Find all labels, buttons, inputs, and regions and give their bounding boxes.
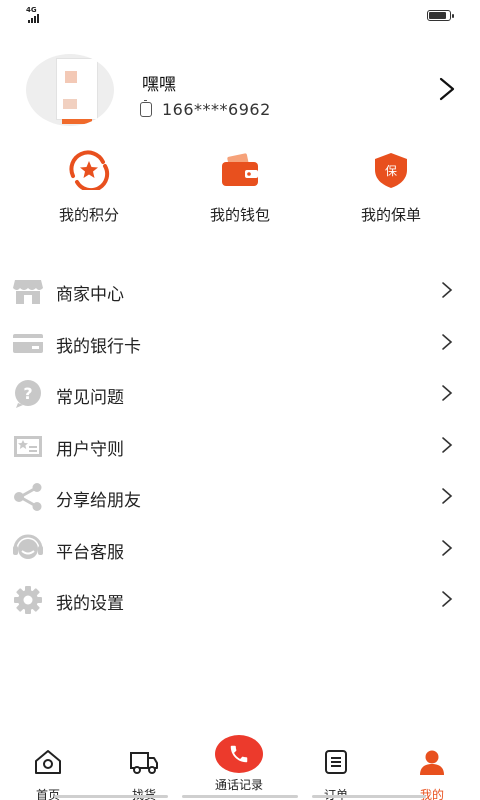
gesture-bar <box>312 795 426 798</box>
user-icon <box>420 750 444 775</box>
quick-action-label: 我的钱包 <box>209 206 270 224</box>
profile-header[interactable]: 嘿嘿 166****6962 <box>0 50 480 130</box>
home-icon <box>35 750 61 774</box>
menu-label: 平台客服 <box>56 542 124 563</box>
menu-item-rules[interactable]: 用户守则 <box>0 420 480 472</box>
tab-call-records[interactable] <box>215 735 263 773</box>
wallet-icon <box>222 153 258 186</box>
signal-icon <box>28 14 39 23</box>
store-icon <box>13 280 43 304</box>
question-icon: ? <box>15 380 41 408</box>
quick-action-label: 我的保单 <box>360 206 421 224</box>
share-icon <box>14 483 42 511</box>
chevron-right-icon <box>442 591 453 607</box>
rules-icon <box>14 435 42 457</box>
svg-text:?: ? <box>23 384 32 403</box>
chevron-right-icon <box>442 436 453 453</box>
username: 嘿嘿 <box>142 75 176 95</box>
mobile-phone-icon <box>140 100 152 117</box>
menu-item-faq[interactable]: ? 常见问题 <box>0 368 480 420</box>
quick-actions: 我的积分 我的钱包 保 我的保单 <box>0 150 480 230</box>
insurance-icon: 保 <box>375 153 407 188</box>
menu-item-bank-card[interactable]: 我的银行卡 <box>0 317 480 369</box>
menu-label: 我的银行卡 <box>56 336 141 357</box>
menu-item-settings[interactable]: 我的设置 <box>0 574 480 626</box>
quick-action-wallet[interactable]: 我的钱包 <box>180 150 300 225</box>
network-type: 4G <box>26 6 37 14</box>
tab-find-goods[interactable]: 找货 <box>104 736 184 800</box>
gesture-bar <box>182 795 298 798</box>
bottom-tab-bar: 首页 找货 通话记录 订单 我的 <box>0 735 480 800</box>
chevron-right-icon <box>442 539 453 556</box>
menu-label: 商家中心 <box>56 285 124 305</box>
menu-label: 我的设置 <box>56 594 124 614</box>
avatar[interactable] <box>26 54 114 126</box>
svg-text:保: 保 <box>385 164 397 178</box>
battery-icon <box>427 10 454 21</box>
chevron-right-icon <box>442 282 453 298</box>
chevron-right-icon <box>442 488 453 504</box>
status-bar: 4G <box>0 0 480 30</box>
quick-action-label: 我的积分 <box>58 206 119 224</box>
menu-label: 常见问题 <box>56 388 124 408</box>
menu-item-store[interactable]: 商家中心 <box>0 265 480 317</box>
quick-action-insurance[interactable]: 保 我的保单 <box>331 150 451 225</box>
tab-mine[interactable]: 我的 <box>392 736 472 800</box>
order-icon <box>325 750 347 774</box>
menu-label: 用户守则 <box>56 439 124 460</box>
chevron-right-icon <box>442 333 453 350</box>
settings-icon <box>14 586 42 614</box>
points-icon <box>69 150 110 193</box>
chevron-right-icon[interactable] <box>434 76 460 102</box>
phone-number: 166****6962 <box>162 100 271 119</box>
phone-call-icon <box>230 745 248 763</box>
tab-label[interactable]: 通话记录 <box>199 776 279 793</box>
menu-item-customer-service[interactable]: 平台客服 <box>0 523 480 575</box>
menu-item-share[interactable]: 分享给朋友 <box>0 471 480 523</box>
bank-card-icon <box>13 333 43 353</box>
customer-service-icon <box>13 534 43 559</box>
battery-level <box>429 12 446 19</box>
menu-list: 商家中心 我的银行卡 ? 常见问题 用户守则 分享给朋友 平台客服 我的设置 <box>0 265 480 626</box>
phone-row: 166****6962 <box>140 100 271 119</box>
truck-icon <box>130 752 158 774</box>
tab-orders[interactable]: 订单 <box>296 736 376 800</box>
tab-home[interactable]: 首页 <box>8 736 88 800</box>
gesture-bar <box>54 795 168 798</box>
chevron-right-icon <box>442 385 453 401</box>
menu-label: 分享给朋友 <box>56 491 141 511</box>
quick-action-points[interactable]: 我的积分 <box>29 150 149 225</box>
